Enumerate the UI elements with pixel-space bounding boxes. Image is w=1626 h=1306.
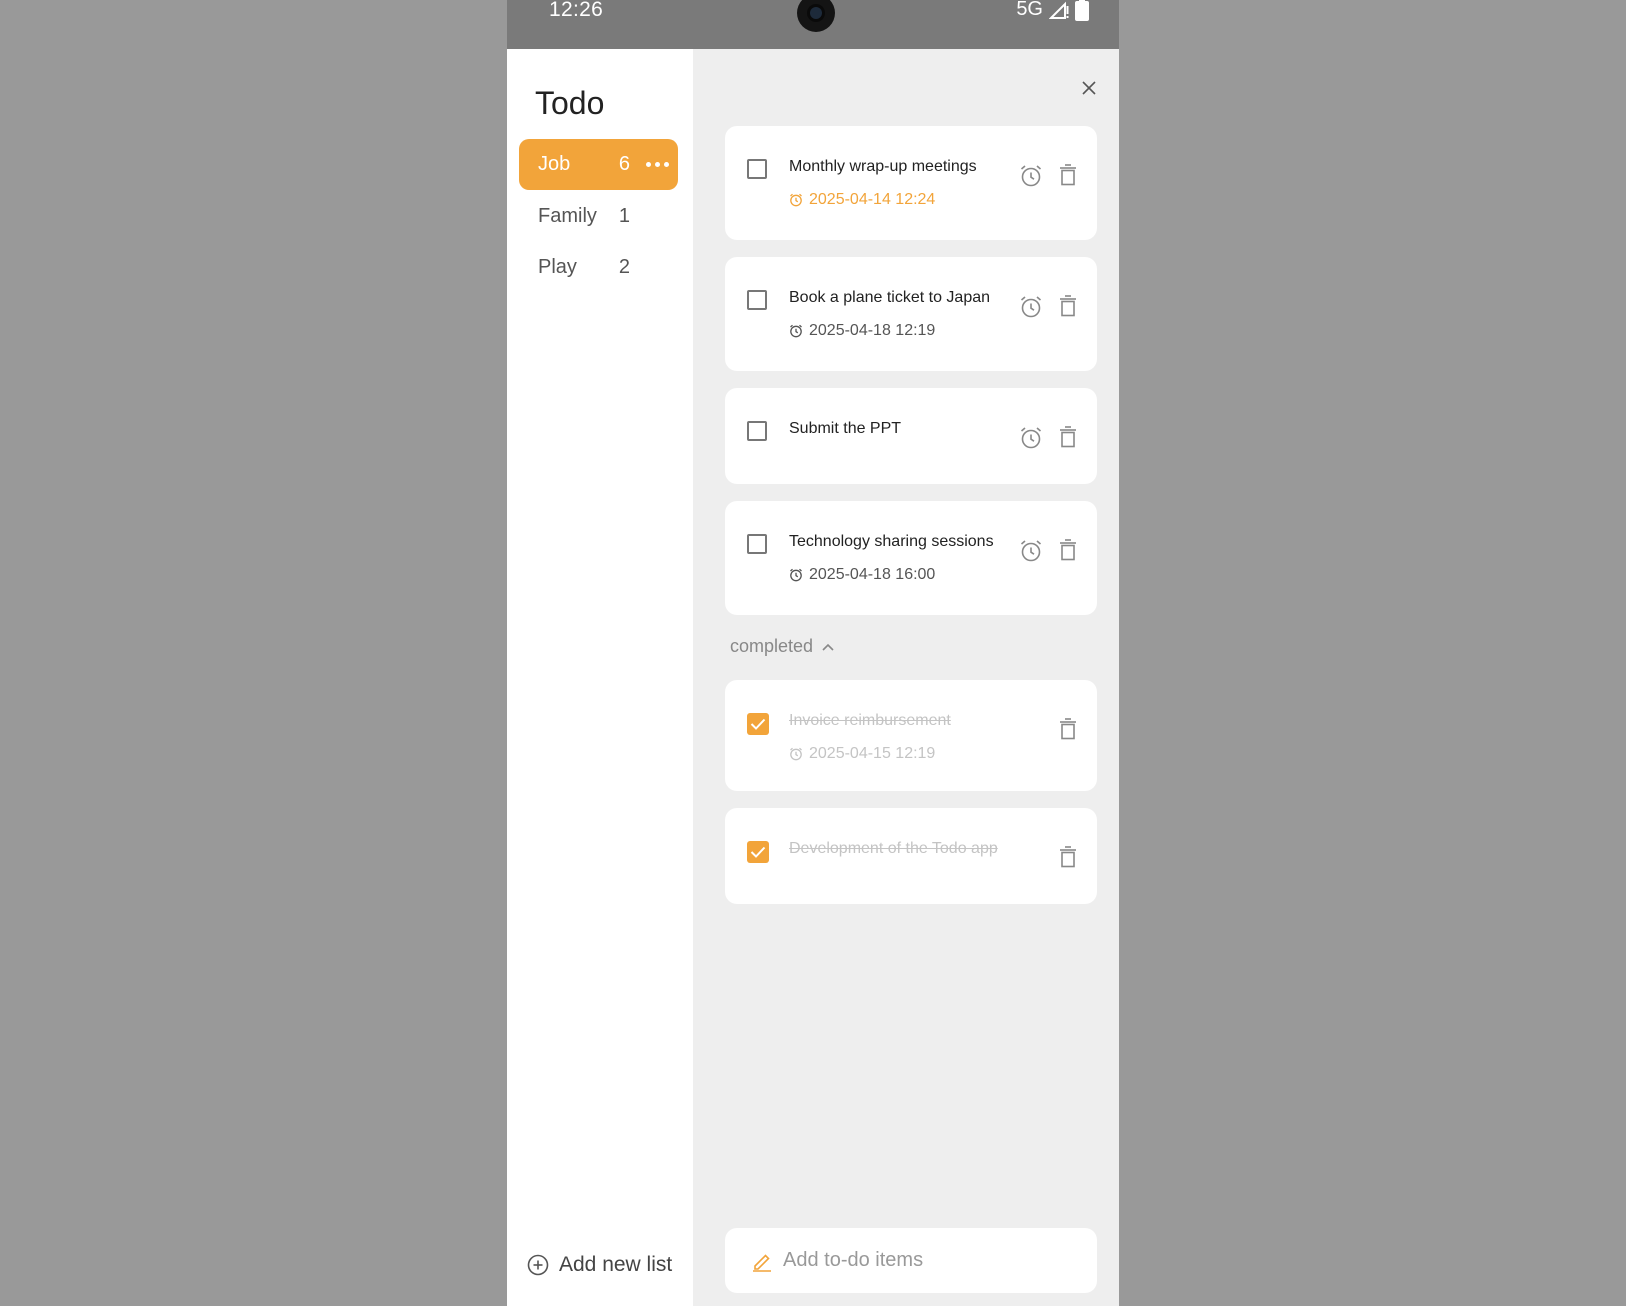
list-item-family[interactable]: Family 1 — [519, 191, 678, 242]
list-count: 2 — [618, 256, 630, 278]
trash-icon[interactable] — [1058, 846, 1078, 868]
task-card[interactable]: Monthly wrap-up meetings 2025-04-14 12:2… — [725, 126, 1097, 240]
completed-task-card[interactable]: Development of the Todo app — [725, 808, 1097, 904]
task-due-date: 2025-04-18 12:19 — [789, 322, 935, 340]
list-count: 6 — [618, 153, 630, 175]
trash-icon[interactable] — [1058, 539, 1078, 561]
check-icon — [750, 846, 766, 858]
completed-label: completed — [730, 636, 814, 656]
battery-icon — [1075, 0, 1089, 21]
task-title: Development of the Todo app — [789, 840, 998, 857]
completed-section-toggle[interactable]: completed — [730, 636, 835, 657]
check-icon — [750, 718, 766, 730]
list-item-job[interactable]: Job 6 — [519, 139, 678, 190]
alarm-icon[interactable] — [1019, 539, 1043, 563]
list-name: Job — [538, 153, 571, 175]
sidebar: Todo Job 6 Family 1 Play 2 Add new list — [507, 49, 693, 1306]
status-time: 12:26 — [549, 0, 604, 21]
add-new-list-label: Add new list — [559, 1253, 673, 1276]
task-due-date: 2025-04-18 16:00 — [789, 566, 935, 584]
trash-icon[interactable] — [1058, 718, 1078, 740]
add-new-list-button[interactable]: Add new list — [527, 1253, 672, 1277]
alarm-icon[interactable] — [1019, 426, 1043, 450]
list-count: 1 — [618, 205, 630, 227]
camera-cutout — [797, 0, 835, 32]
list-item-play[interactable]: Play 2 — [519, 242, 678, 293]
task-date-text: 2025-04-14 12:24 — [809, 191, 936, 208]
task-due-date: 2025-04-15 12:19 — [789, 745, 935, 763]
clock-icon — [790, 193, 802, 207]
task-card[interactable]: Technology sharing sessions 2025-04-18 1… — [725, 501, 1097, 615]
task-date-text: 2025-04-15 12:19 — [809, 745, 936, 762]
close-icon[interactable] — [1079, 78, 1099, 98]
task-card[interactable]: Book a plane ticket to Japan 2025-04-18 … — [725, 257, 1097, 371]
app-title: Todo — [535, 85, 605, 121]
plus-circle-icon — [527, 1254, 549, 1276]
trash-icon[interactable] — [1058, 295, 1078, 317]
pencil-icon — [753, 1253, 771, 1272]
add-todo-input[interactable]: Add to-do items — [725, 1228, 1097, 1293]
task-checkbox[interactable] — [747, 534, 767, 554]
completed-task-card[interactable]: Invoice reimbursement 2025-04-15 12:19 — [725, 680, 1097, 791]
signal-icon — [1049, 1, 1069, 19]
task-checkbox[interactable] — [747, 421, 767, 441]
task-date-text: 2025-04-18 12:19 — [809, 322, 936, 339]
task-title: Monthly wrap-up meetings — [789, 158, 977, 175]
add-todo-placeholder: Add to-do items — [783, 1249, 924, 1271]
task-checkbox-checked[interactable] — [747, 713, 769, 735]
list-name: Family — [538, 205, 597, 227]
trash-icon[interactable] — [1058, 426, 1078, 448]
clock-icon — [790, 324, 802, 338]
more-options-icon[interactable] — [646, 162, 669, 167]
task-checkbox[interactable] — [747, 290, 767, 310]
alarm-icon[interactable] — [1019, 164, 1043, 188]
task-title: Submit the PPT — [789, 420, 902, 437]
clock-icon — [790, 747, 802, 761]
task-date-text: 2025-04-18 16:00 — [809, 566, 936, 583]
chevron-up-icon — [822, 643, 834, 651]
task-checkbox[interactable] — [747, 159, 767, 179]
task-due-date: 2025-04-14 12:24 — [789, 191, 935, 209]
list-name: Play — [538, 256, 577, 278]
task-checkbox-checked[interactable] — [747, 841, 769, 863]
trash-icon[interactable] — [1058, 164, 1078, 186]
task-card[interactable]: Submit the PPT — [725, 388, 1097, 484]
status-bar: 12:26 5G — [507, 0, 1119, 49]
task-title: Book a plane ticket to Japan — [789, 289, 991, 306]
network-type: 5G — [1016, 0, 1043, 20]
alarm-icon[interactable] — [1019, 295, 1043, 319]
task-title: Technology sharing sessions — [789, 533, 994, 550]
clock-icon — [790, 568, 802, 582]
task-title: Invoice reimbursement — [789, 712, 951, 729]
status-indicators: 5G — [1016, 0, 1089, 21]
phone-screen: 12:26 5G Todo Job 6 Family 1 Play 2 Add … — [507, 0, 1119, 1306]
